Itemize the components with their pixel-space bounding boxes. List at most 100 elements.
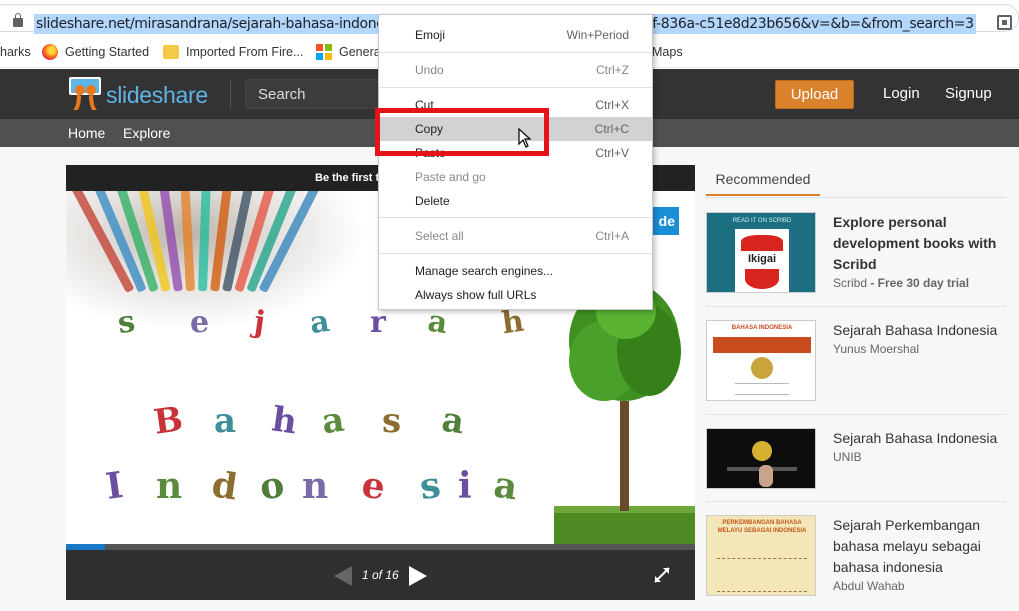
slide-letter: d [209, 463, 240, 509]
slide-letter: I [103, 464, 126, 508]
page-indicator: 1 of 16 [362, 568, 399, 582]
author-name: Scribd [833, 276, 868, 290]
folder-icon [163, 45, 179, 59]
mouse-cursor-icon [518, 128, 532, 148]
tab-recommended[interactable]: Recommended [706, 171, 820, 196]
slide-letter: s [417, 463, 444, 509]
slide-letter: B [151, 399, 186, 443]
menu-item-delete[interactable]: Delete [379, 189, 652, 213]
menu-item-emoji[interactable]: Emoji Win+Period [379, 23, 652, 47]
garuda-emblem [751, 357, 773, 379]
menu-item-always-show-full-urls[interactable]: Always show full URLs [379, 283, 652, 307]
bookmark-label: harks [0, 45, 31, 59]
upload-button[interactable]: Upload [775, 80, 854, 109]
recommended-title[interactable]: Sejarah Bahasa Indonesia [833, 320, 1008, 341]
recommended-thumbnail[interactable]: READ IT ON SCRIBD Ikigai [706, 212, 816, 293]
search-input[interactable]: Search [245, 79, 395, 109]
slide-letter: n [302, 465, 329, 507]
menu-item-shortcut: Ctrl+C [594, 122, 629, 136]
book-cover: Ikigai [735, 229, 789, 292]
slide-letter: a [307, 303, 332, 342]
author-suffix: - Free 30 day trial [867, 276, 970, 290]
recommended-item[interactable]: READ IT ON SCRIBD Ikigai Explore persona… [706, 212, 1006, 294]
bookmark-item[interactable]: harks [0, 43, 31, 61]
slide-letter: h [269, 399, 300, 443]
menu-item-shortcut: Ctrl+Z [596, 63, 629, 77]
menu-item-label: Always show full URLs [415, 288, 537, 302]
bookmark-label: Maps [652, 45, 683, 59]
slide-letter: e [359, 463, 388, 509]
slideshare-logo[interactable]: slideshare [68, 76, 218, 112]
recommended-author: Yunus Moershal [833, 342, 920, 356]
slide-letter: e [190, 305, 210, 340]
menu-item-label: Emoji [415, 28, 446, 42]
menu-item-undo[interactable]: Undo Ctrl+Z [379, 58, 652, 82]
recommended-item[interactable]: PERKEMBANGAN BAHASA MELAYU SEBAGAI INDON… [706, 515, 1006, 597]
recommended-thumbnail[interactable] [706, 428, 816, 489]
book-title: Ikigai [747, 253, 777, 265]
thumb-heading: PERKEMBANGAN BAHASA MELAYU SEBAGAI INDON… [717, 520, 807, 534]
menu-item-shortcut: Win+Period [566, 28, 629, 42]
login-link[interactable]: Login [883, 85, 920, 102]
slide-letter: a [214, 401, 237, 441]
menu-item-select-all[interactable]: Select all Ctrl+A [379, 224, 652, 248]
slide-letter: a [439, 399, 467, 443]
lock-icon[interactable] [13, 13, 23, 27]
menu-item-label: Undo [415, 63, 444, 77]
slide-letter: j [251, 304, 268, 341]
bookmark-label: Getting Started [65, 45, 150, 59]
recommended-item[interactable]: Sejarah Bahasa Indonesia UNIB [706, 428, 1006, 490]
slide-letter: o [257, 463, 287, 509]
logo-text: slideshare [106, 82, 208, 108]
bookmark-label: Genera [339, 45, 381, 59]
slide-letter: n [156, 465, 183, 507]
unib-emblem [752, 441, 772, 461]
nav-explore[interactable]: Explore [123, 125, 170, 141]
context-menu: Emoji Win+Period Undo Ctrl+Z Cut Ctrl+X … [378, 14, 653, 310]
recommended-author: Abdul Wahab [833, 579, 905, 593]
divider [706, 306, 1006, 307]
slideshare-logo-icon [69, 77, 101, 110]
thumb-banner [713, 337, 811, 353]
divider [706, 414, 1006, 415]
menu-item-paste-and-go[interactable]: Paste and go [379, 165, 652, 189]
menu-separator [379, 52, 652, 53]
recommended-thumbnail[interactable]: PERKEMBANGAN BAHASA MELAYU SEBAGAI INDON… [706, 515, 816, 596]
thumb-heading: BAHASA INDONESIA [731, 325, 793, 331]
tab-underline-divider [706, 197, 1006, 198]
recommended-author: Scribd - Free 30 day trial [833, 276, 969, 290]
recommended-author: UNIB [833, 450, 862, 464]
menu-item-label: Select all [415, 229, 464, 243]
firefox-icon [42, 44, 58, 60]
menu-item-label: Paste and go [415, 170, 486, 184]
recommended-title[interactable]: Explore personal development books with … [833, 212, 1008, 275]
slide-letter: i [458, 465, 472, 507]
bookmark-label: Imported From Fire... [186, 45, 304, 59]
recommended-title[interactable]: Sejarah Perkembangan bahasa melayu sebag… [833, 515, 1008, 578]
hand-image [759, 465, 773, 487]
menu-separator [379, 87, 652, 88]
slide-letter: s [382, 401, 402, 441]
previous-slide-icon[interactable] [334, 566, 352, 586]
search-placeholder: Search [258, 86, 306, 103]
menu-item-shortcut: Ctrl+A [595, 229, 629, 243]
menu-item-label: Manage search engines... [415, 264, 554, 278]
bookmark-maps[interactable]: Maps [652, 43, 683, 61]
divider [706, 501, 1006, 502]
recommended-title[interactable]: Sejarah Bahasa Indonesia [833, 428, 1008, 449]
recommended-item[interactable]: BAHASA INDONESIA Sejarah Bahasa Indonesi… [706, 320, 1006, 402]
nav-home[interactable]: Home [68, 125, 105, 141]
player-controls: 1 of 16 [66, 550, 695, 600]
next-slide-icon[interactable] [409, 566, 427, 586]
signup-link[interactable]: Signup [945, 85, 992, 102]
recommended-thumbnail[interactable]: BAHASA INDONESIA [706, 320, 816, 401]
menu-item-label: Delete [415, 194, 450, 208]
fullscreen-icon[interactable] [654, 567, 670, 583]
menu-item-shortcut: Ctrl+V [595, 146, 629, 160]
header-divider [230, 80, 231, 108]
menu-item-manage-search-engines[interactable]: Manage search engines... [379, 259, 652, 283]
qr-code-icon[interactable] [997, 15, 1012, 30]
slide-letter: r [370, 305, 386, 340]
slide-letter: a [319, 399, 347, 443]
menu-separator [379, 253, 652, 254]
